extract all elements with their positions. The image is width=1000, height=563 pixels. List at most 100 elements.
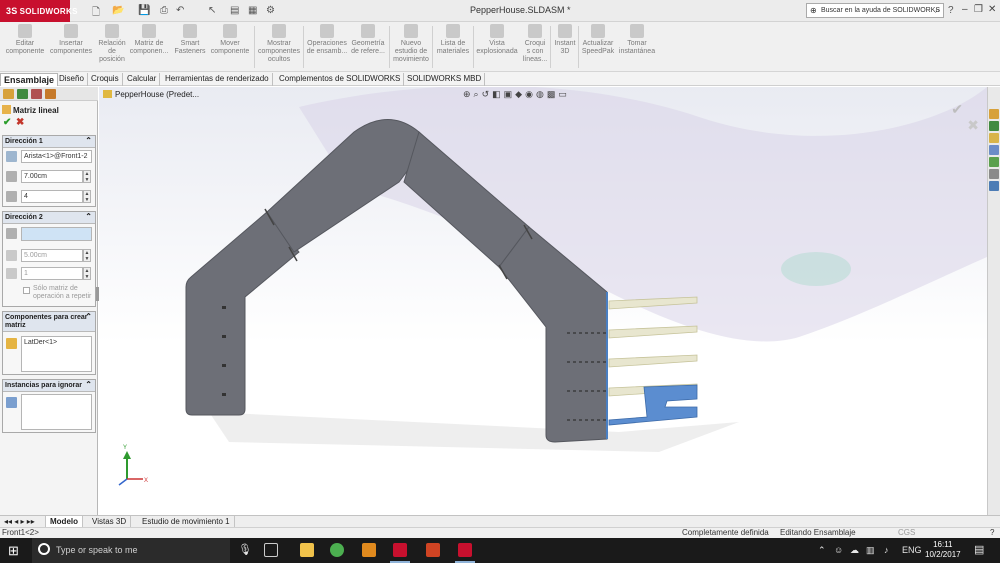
take-snapshot-button[interactable]: Tomar instantánea	[616, 24, 658, 56]
instances-to-skip-list[interactable]	[21, 394, 92, 430]
new-file-icon[interactable]: 🗋	[92, 5, 100, 22]
instant-3d-button[interactable]: Instant 3D	[552, 24, 578, 56]
feature-tree-flyout[interactable]: PepperHouse (Predet...	[103, 90, 199, 99]
direction2-header[interactable]: Dirección 2 ⌃	[3, 212, 95, 224]
save-icon[interactable]: 💾	[138, 5, 150, 16]
pattern-seed-only-checkbox[interactable]	[23, 287, 30, 294]
powerpoint-icon[interactable]	[426, 543, 440, 557]
component-pattern-button[interactable]: Matriz de componen...	[128, 24, 170, 56]
edit-component-button[interactable]: Editar componente	[3, 24, 47, 56]
system-clock[interactable]: 16:11 10/2/2017	[925, 540, 961, 560]
view-orientation-icon[interactable]: ▣	[504, 89, 516, 99]
onedrive-icon[interactable]: ☁	[850, 545, 859, 556]
explode-line-sketch-button[interactable]: Croqui s con líneas...	[520, 24, 550, 64]
assembly-features-button[interactable]: Operaciones de ensamb...	[304, 24, 350, 56]
property-manager-icon[interactable]	[17, 89, 28, 99]
components-header[interactable]: Componentes para crear matriz ⌃	[3, 312, 95, 332]
reference-geometry-button[interactable]: Geometría de refere...	[348, 24, 388, 56]
tab-evaluate[interactable]: Calcular	[124, 73, 161, 86]
zoom-to-fit-icon[interactable]: ⊕	[463, 89, 474, 99]
windows-start-icon[interactable]: ⊞	[8, 543, 19, 559]
network-icon[interactable]: ▥	[866, 545, 875, 556]
notifications-icon[interactable]: ▤	[974, 543, 984, 556]
custom-properties-icon[interactable]	[989, 169, 999, 179]
instances-stepper[interactable]: ▲ ▼	[83, 190, 91, 203]
direction2-instances-input[interactable]: 1	[21, 267, 83, 280]
display-style-icon[interactable]: ◆	[515, 89, 525, 99]
collapse-icon[interactable]: ⌃	[85, 381, 92, 389]
file-properties-icon[interactable]: ▦	[248, 5, 257, 16]
open-file-icon[interactable]: 📂	[112, 5, 124, 16]
collapse-icon[interactable]: ⌃	[85, 313, 92, 321]
status-units[interactable]: CGS	[898, 528, 915, 538]
matlab-icon[interactable]	[362, 543, 376, 557]
solidworks-logo[interactable]: 3S SOLIDWORKS	[0, 0, 77, 22]
bill-of-materials-button[interactable]: Lista de materiales	[434, 24, 472, 56]
direction1-spacing-input[interactable]: 7.00cm	[21, 170, 83, 183]
language-indicator[interactable]: ENG	[902, 545, 922, 555]
cortana-search-box[interactable]: Type or speak to me	[32, 538, 230, 563]
rebuild-icon[interactable]: ▤	[230, 5, 239, 16]
tab-solidworks-addins[interactable]: Complementos de SOLIDWORKS	[276, 73, 405, 86]
heads-up-toolbar[interactable]: ⊕⌕↺◧▣◆◉◍▩▭	[463, 89, 570, 100]
exploded-view-button[interactable]: Vista explosionada	[474, 24, 520, 56]
restore-icon[interactable]: ❐	[974, 4, 983, 15]
spacing-stepper[interactable]: ▲ ▼	[83, 249, 91, 262]
edit-appearance-icon[interactable]: ◍	[536, 89, 547, 99]
file-explorer-icon[interactable]	[989, 133, 999, 143]
skip-header[interactable]: Instancias para ignorar ⌃	[3, 380, 95, 392]
tab-solidworks-mbd[interactable]: SOLIDWORKS MBD	[404, 73, 486, 86]
volume-icon[interactable]: ♪	[884, 545, 889, 555]
help-search-input[interactable]: ⊕ Buscar en la ayuda de SOLIDWORKS ⌕	[806, 3, 944, 18]
cancel-button[interactable]: ✖	[16, 117, 24, 128]
task-view-icon[interactable]	[264, 543, 278, 557]
update-speedpak-button[interactable]: Actualizar SpeedPak	[578, 24, 618, 56]
mate-button[interactable]: Relación de posición	[94, 24, 130, 64]
view-palette-icon[interactable]	[989, 145, 999, 155]
tab-render-tools[interactable]: Herramientas de renderizado	[162, 73, 273, 86]
hide-show-icon[interactable]: ◉	[525, 89, 536, 99]
minimize-icon[interactable]: –	[962, 4, 968, 15]
status-help-icon[interactable]: ?	[990, 528, 994, 538]
chrome-icon[interactable]	[330, 543, 344, 557]
section-view-icon[interactable]: ◧	[492, 89, 504, 99]
options-icon[interactable]: ⚙	[266, 5, 275, 16]
display-manager-icon[interactable]	[45, 89, 56, 99]
smart-fasteners-button[interactable]: Smart Fasteners	[170, 24, 210, 56]
forum-icon[interactable]	[989, 181, 999, 191]
accept-button[interactable]: ✔	[3, 117, 11, 128]
reverse-direction-icon[interactable]	[6, 228, 17, 239]
show-hidden-icons-icon[interactable]: ⌃	[818, 545, 826, 556]
instances-stepper[interactable]: ▲ ▼	[83, 267, 91, 280]
spacing-stepper[interactable]: ▲ ▼	[83, 170, 91, 183]
move-component-button[interactable]: Mover componente	[206, 24, 254, 56]
close-icon[interactable]: ✕	[988, 4, 996, 15]
direction1-edge-field[interactable]: Arista<1>@Front1-2	[21, 150, 92, 163]
apply-scene-icon[interactable]: ▩	[547, 89, 559, 99]
configuration-manager-icon[interactable]	[31, 89, 42, 99]
collapse-icon[interactable]: ⌃	[85, 213, 92, 221]
help-icon[interactable]: ?	[948, 5, 954, 16]
select-pointer-icon[interactable]: ↖	[208, 5, 216, 16]
solidworks-taskbar-icon[interactable]	[393, 543, 407, 557]
solidworks-second-icon[interactable]	[458, 543, 472, 557]
appearances-icon[interactable]	[989, 157, 999, 167]
confirm-corner-cancel-icon[interactable]: ✖	[967, 117, 979, 134]
direction2-spacing-input[interactable]: 5.00cm	[21, 249, 83, 262]
direction2-edge-field[interactable]	[21, 227, 92, 241]
print-icon[interactable]: ⎙	[160, 5, 168, 16]
zoom-area-icon[interactable]: ⌕	[474, 89, 482, 99]
design-library-icon[interactable]	[989, 121, 999, 131]
show-hidden-components-button[interactable]: Mostrar componentes ocultos	[256, 24, 302, 64]
solidworks-resources-icon[interactable]	[989, 109, 999, 119]
file-explorer-taskbar-icon[interactable]	[300, 543, 314, 557]
insert-components-button[interactable]: Insertar componentes	[48, 24, 94, 56]
people-icon[interactable]: ☺	[834, 545, 843, 555]
left-side-panel[interactable]	[185, 211, 300, 416]
microphone-icon[interactable]: 🎙	[238, 543, 252, 556]
previous-view-icon[interactable]: ↺	[482, 89, 493, 99]
confirm-corner-ok-icon[interactable]: ✔	[951, 101, 963, 118]
view-settings-icon[interactable]: ▭	[558, 89, 570, 99]
undo-icon[interactable]: ↶	[176, 5, 184, 16]
tab-assembly[interactable]: Ensamblaje	[0, 73, 59, 86]
